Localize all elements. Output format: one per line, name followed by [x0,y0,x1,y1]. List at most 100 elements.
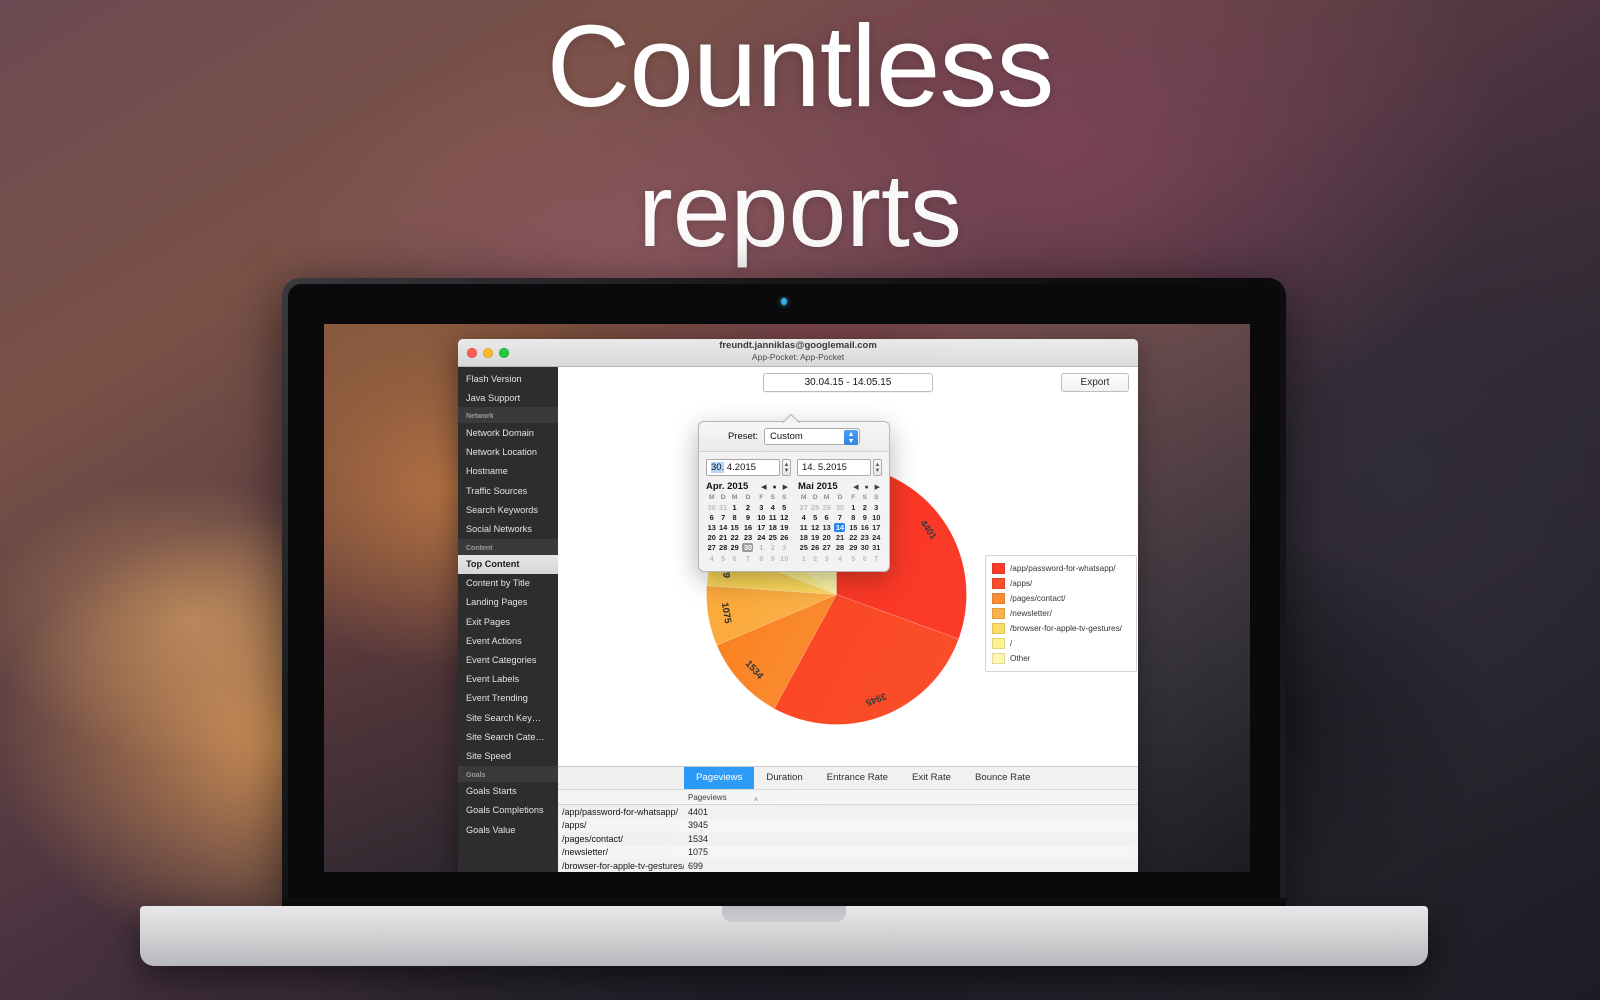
calendar-day[interactable]: 28 [809,502,820,512]
calendar-day[interactable]: 2 [859,502,870,512]
calendar-day[interactable]: 3 [756,502,767,512]
sidebar-item-top-content[interactable]: Top Content [458,554,558,574]
calendar-day[interactable]: 28 [832,543,847,553]
calendar-day[interactable]: 29 [848,543,859,553]
calendar-day[interactable]: 13 [706,522,717,532]
calendar-day[interactable]: 9 [859,512,870,522]
sidebar-item-network-domain[interactable]: Network Domain [458,423,558,442]
table-row[interactable]: /browser-for-apple-tv-gestures/699 [558,859,1138,872]
sidebar-item-event-actions[interactable]: Event Actions [458,631,558,650]
calendar-day-today[interactable]: 30 [742,543,754,553]
calendar-day[interactable]: 4 [767,502,778,512]
calendar-day-selected[interactable]: 14 [834,522,846,532]
calendar-day[interactable]: 29 [729,543,740,553]
start-date-stepper[interactable]: ▲ ▼ [782,459,791,476]
calendar-day[interactable]: 6 [859,553,870,563]
calendar-day[interactable]: 24 [870,533,882,543]
calendar-day[interactable]: 15 [729,522,740,532]
calendar-day[interactable]: 31 [717,502,728,512]
calendar-day[interactable]: 9 [740,512,755,522]
calendar-day[interactable]: 8 [848,512,859,522]
table-row[interactable]: /app/password-for-whatsapp/4401 [558,805,1138,819]
calendar-day[interactable]: 18 [798,533,809,543]
calendar-day[interactable]: 2 [809,553,820,563]
sidebar-item-flash-version[interactable]: Flash Version [458,369,558,388]
legend-item[interactable]: /app/password-for-whatsapp/ [992,561,1130,576]
calendar-day[interactable]: 8 [729,512,740,522]
calendar-day[interactable]: 2 [767,543,778,553]
column-pageviews[interactable]: Pageviews ˄ [684,790,782,804]
table-row[interactable]: /newsletter/1075 [558,845,1138,859]
calendar-day[interactable]: 24 [756,533,767,543]
calendar-day[interactable]: 12 [809,522,820,532]
sidebar-item-site-search-key[interactable]: Site Search Key… [458,708,558,727]
legend-item[interactable]: /apps/ [992,576,1130,591]
calendar-day[interactable]: 1 [729,502,740,512]
calendar-day[interactable]: 10 [870,512,882,522]
sidebar-item-site-search-cate[interactable]: Site Search Cate… [458,727,558,746]
calendar-day[interactable]: 31 [870,543,882,553]
calendar-day[interactable]: 7 [870,553,882,563]
tab-pageviews[interactable]: Pageviews [684,767,755,789]
calendar-day[interactable]: 30 [706,502,717,512]
calendar-day[interactable]: 26 [778,533,790,543]
calendar-day[interactable]: 16 [859,522,870,532]
calendar-day[interactable]: 3 [870,502,882,512]
tab-entrance-rate[interactable]: Entrance Rate [815,767,900,789]
chevron-updown-icon[interactable]: ▲ ▼ [844,430,859,445]
calendar-day[interactable]: 1 [798,553,809,563]
export-button[interactable]: Export [1061,373,1129,392]
calendar-day[interactable]: 20 [706,533,717,543]
sidebar-item-social-networks[interactable]: Social Networks [458,519,558,538]
calendar-day[interactable]: 27 [706,543,717,553]
tab-duration[interactable]: Duration [754,767,814,789]
calendar-day[interactable]: 23 [859,533,870,543]
calendar-day[interactable]: 17 [756,522,767,532]
legend-item[interactable]: / [992,636,1130,651]
sidebar-item-java-support[interactable]: Java Support [458,388,558,407]
calendar-day[interactable]: 30 [832,502,847,512]
calendar-day[interactable]: 21 [832,533,847,543]
calendar-day[interactable]: 28 [717,543,728,553]
calendar-day[interactable]: 22 [729,533,740,543]
calendar-day[interactable]: 4 [706,553,717,563]
calendar-day[interactable]: 1 [848,502,859,512]
calendar-day[interactable]: 19 [778,522,790,532]
calendar-day[interactable]: 30 [740,543,755,553]
calendar-day[interactable]: 8 [756,553,767,563]
calendar-day[interactable]: 1 [756,543,767,553]
table-row[interactable]: /pages/contact/1534 [558,832,1138,846]
calendar-day[interactable]: 5 [778,502,790,512]
calendar-day[interactable]: 16 [740,522,755,532]
calendar-nav-icons[interactable]: ◀ ● ▶ [853,483,882,491]
calendar-day[interactable]: 19 [809,533,820,543]
calendar-day[interactable]: 15 [848,522,859,532]
calendar-day[interactable]: 5 [848,553,859,563]
calendar-day[interactable]: 27 [798,502,809,512]
sidebar-item-site-speed[interactable]: Site Speed [458,746,558,765]
calendar-day[interactable]: 21 [717,533,728,543]
calendar-day[interactable]: 5 [717,553,728,563]
sidebar-item-network-location[interactable]: Network Location [458,443,558,462]
calendar-day[interactable]: 5 [809,512,820,522]
end-date-input[interactable]: 14. 5.2015 [797,459,871,476]
calendar-day[interactable]: 27 [821,543,832,553]
calendar-day[interactable]: 6 [706,512,717,522]
calendar-day[interactable]: 14 [717,522,728,532]
sidebar-item-event-trending[interactable]: Event Trending [458,689,558,708]
calendar-day[interactable]: 6 [729,553,740,563]
sidebar-item-goals-starts[interactable]: Goals Starts [458,782,558,801]
calendar-day[interactable]: 30 [859,543,870,553]
calendar-day[interactable]: 20 [821,533,832,543]
sidebar-item-content-by-title[interactable]: Content by Title [458,574,558,593]
tab-exit-rate[interactable]: Exit Rate [900,767,963,789]
sidebar-item-search-keywords[interactable]: Search Keywords [458,500,558,519]
preset-select[interactable]: Custom ▲ ▼ [764,428,861,445]
sidebar-item-exit-pages[interactable]: Exit Pages [458,612,558,631]
calendar-day[interactable]: 22 [848,533,859,543]
tab-bounce-rate[interactable]: Bounce Rate [963,767,1042,789]
sidebar-item-goals-completions[interactable]: Goals Completions [458,801,558,820]
legend-item[interactable]: /newsletter/ [992,606,1130,621]
legend-item[interactable]: /browser-for-apple-tv-gestures/ [992,621,1130,636]
calendar-day[interactable]: 14 [832,522,847,532]
